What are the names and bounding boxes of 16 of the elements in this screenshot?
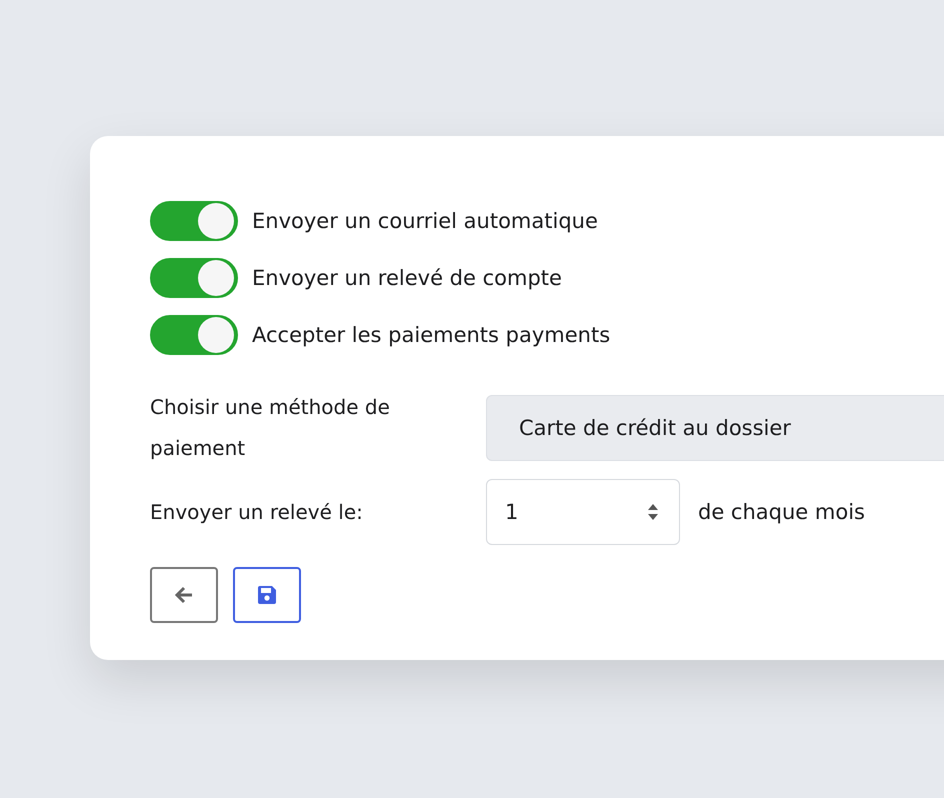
- field-label: Choisir une méthode de paiement: [150, 394, 391, 462]
- day-number-field[interactable]: 1: [486, 479, 680, 545]
- toggle-switch[interactable]: [150, 314, 238, 354]
- toggle-switch[interactable]: [150, 200, 238, 240]
- toggle-label: Envoyer un relevé de compte: [252, 266, 562, 290]
- back-arrow-icon: [174, 586, 194, 604]
- save-icon: [256, 584, 278, 606]
- toggle-label: Envoyer un courriel automatique: [252, 208, 598, 232]
- payment-method-select[interactable]: Carte de crédit au dossier: [486, 395, 944, 461]
- field-suffix: de chaque mois: [698, 500, 865, 524]
- toggle-switch[interactable]: [150, 258, 238, 298]
- save-button[interactable]: [233, 567, 301, 623]
- spinner-icon: [647, 503, 659, 521]
- toggle-label: Accepter les paiements payments: [252, 322, 610, 346]
- field-label: Envoyer un relevé le:: [150, 498, 364, 526]
- back-button[interactable]: [150, 567, 218, 623]
